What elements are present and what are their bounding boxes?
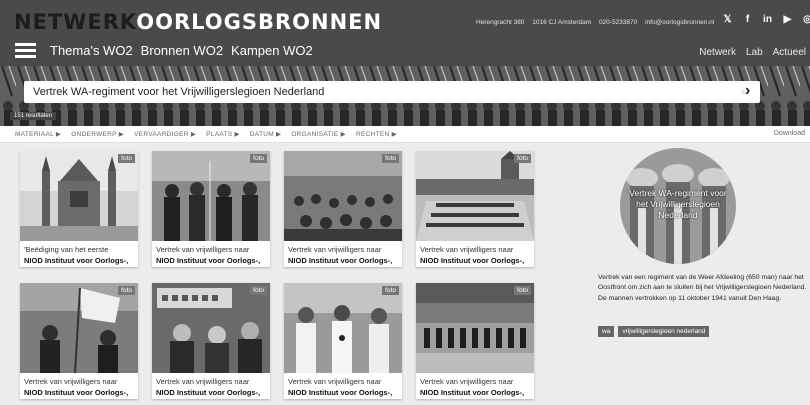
card-title[interactable]: Vertrek van vrijwilligers naar bbox=[420, 377, 513, 386]
filter-datum[interactable]: DATUM ▶ bbox=[250, 130, 282, 138]
card-title[interactable]: Vertrek van vrijwilligers naar bbox=[24, 377, 117, 386]
search-submit-icon[interactable]: › bbox=[745, 82, 750, 100]
filter-plaats[interactable]: PLAATS ▶ bbox=[206, 130, 240, 138]
tag-list: wa vrijwilligerslegioen nederland bbox=[598, 326, 710, 337]
card-source: NIOD Instituut voor Oorlogs-, bbox=[420, 256, 525, 265]
card-title[interactable]: Vertrek van vrijwilligers naar bbox=[288, 245, 381, 254]
filter-vervaardiger[interactable]: VERVAARDIGER ▶ bbox=[134, 130, 196, 138]
youtube-icon[interactable]: ▶ bbox=[782, 14, 793, 25]
card-source: NIOD Instituut voor Oorlogs-, bbox=[288, 388, 393, 397]
social-links: 𝕏 f in ▶ ◎ bbox=[722, 14, 810, 25]
detail-image[interactable]: Vertrek WA-regiment voor het Vrijwillige… bbox=[620, 148, 736, 264]
result-card[interactable]: foto Vertrek van vrijwilligers naar NIOD… bbox=[152, 151, 270, 267]
site-logo[interactable]: NETWERKOORLOGSBRONNEN bbox=[14, 10, 382, 34]
contact-phone[interactable]: 020-5233870 bbox=[599, 19, 637, 26]
card-source: NIOD Instituut voor Oorlogs-, bbox=[24, 256, 129, 265]
card-thumbnail bbox=[416, 151, 534, 241]
instagram-icon[interactable]: ◎ bbox=[802, 14, 810, 25]
detail-description: Vertrek van een regiment van de Weer Afd… bbox=[598, 274, 807, 302]
card-source: NIOD Instituut voor Oorlogs-, bbox=[24, 388, 129, 397]
nav-actueel[interactable]: Actueel bbox=[773, 47, 806, 58]
card-thumbnail bbox=[416, 283, 534, 373]
card-title[interactable]: Vertrek van vrijwilligers naar bbox=[288, 377, 381, 386]
result-card[interactable]: foto Vertrek van vrijwilligers naar NIOD… bbox=[20, 283, 138, 399]
card-thumbnail bbox=[152, 283, 270, 373]
contact-city: 1016 CJ Amsterdam bbox=[532, 19, 592, 26]
result-card[interactable]: foto Vertrek van vrijwilligers naar NIOD… bbox=[416, 283, 534, 399]
card-thumbnail bbox=[20, 283, 138, 373]
card-source: NIOD Instituut voor Oorlogs-, bbox=[288, 256, 393, 265]
detail-caption: Vertrek WA-regiment voor het Vrijwillige… bbox=[629, 188, 727, 220]
nav-themas[interactable]: Thema's WO2 bbox=[50, 43, 133, 58]
site-header: NETWERKOORLOGSBRONNEN Herengracht 380 10… bbox=[0, 0, 810, 66]
main-nav: Thema's WO2 Bronnen WO2 Kampen WO2 bbox=[50, 43, 313, 58]
nav-kampen[interactable]: Kampen WO2 bbox=[231, 43, 313, 58]
download-link[interactable]: Download bbox=[774, 130, 805, 137]
card-type-badge: foto bbox=[118, 286, 135, 295]
card-thumbnail bbox=[284, 151, 402, 241]
card-type-badge: foto bbox=[514, 154, 531, 163]
card-title[interactable]: Vertrek van vrijwilligers naar bbox=[156, 377, 249, 386]
linkedin-icon[interactable]: in bbox=[762, 14, 773, 25]
filter-onderwerp[interactable]: ONDERWERP ▶ bbox=[71, 130, 124, 138]
filter-bar: MATERIAAL ▶ ONDERWERP ▶ VERVAARDIGER ▶ P… bbox=[0, 126, 810, 143]
card-type-badge: foto bbox=[250, 154, 267, 163]
result-card[interactable]: foto Vertrek van vrijwilligers naar NIOD… bbox=[284, 283, 402, 399]
card-thumbnail bbox=[20, 151, 138, 241]
twitter-icon[interactable]: 𝕏 bbox=[722, 14, 733, 25]
tag-wa[interactable]: wa bbox=[598, 326, 615, 337]
filter-materiaal[interactable]: MATERIAAL ▶ bbox=[15, 130, 61, 138]
filter-organisatie[interactable]: ORGANISATIE ▶ bbox=[291, 130, 346, 138]
nav-bronnen[interactable]: Bronnen WO2 bbox=[141, 43, 223, 58]
secondary-nav: Netwerk Lab Actueel bbox=[699, 47, 806, 58]
card-type-badge: foto bbox=[118, 154, 135, 163]
card-type-badge: foto bbox=[250, 286, 267, 295]
card-title[interactable]: Vertrek van vrijwilligers naar bbox=[156, 245, 249, 254]
result-card[interactable]: foto Vertrek van vrijwilligers naar NIOD… bbox=[152, 283, 270, 399]
results-count: 151 resultaten bbox=[10, 112, 57, 120]
nav-netwerk[interactable]: Netwerk bbox=[699, 47, 736, 58]
filter-rechten[interactable]: RECHTEN ▶ bbox=[356, 130, 397, 138]
card-source: NIOD Instituut voor Oorlogs-, bbox=[156, 256, 261, 265]
search-input[interactable] bbox=[24, 81, 704, 103]
contact-address: Herengracht 380 bbox=[476, 19, 525, 26]
result-card[interactable]: foto 'Beëdiging van het eerste NIOD Inst… bbox=[20, 151, 138, 267]
card-thumbnail bbox=[284, 283, 402, 373]
card-type-badge: foto bbox=[382, 286, 399, 295]
tag-vrijwilligerslegioen[interactable]: vrijwilligerslegioen nederland bbox=[618, 326, 710, 337]
card-type-badge: foto bbox=[514, 286, 531, 295]
card-title[interactable]: 'Beëdiging van het eerste bbox=[24, 245, 108, 254]
contact-info: Herengracht 380 1016 CJ Amsterdam 020-52… bbox=[476, 19, 720, 26]
card-title[interactable]: Vertrek van vrijwilligers naar bbox=[420, 245, 513, 254]
card-type-badge: foto bbox=[382, 154, 399, 163]
card-source: NIOD Instituut voor Oorlogs-, bbox=[156, 388, 261, 397]
result-card[interactable]: foto Vertrek van vrijwilligers naar NIOD… bbox=[284, 151, 402, 267]
hamburger-menu-icon[interactable] bbox=[15, 43, 36, 58]
card-thumbnail bbox=[152, 151, 270, 241]
search-bar: ☼ › bbox=[24, 81, 760, 103]
result-card[interactable]: foto Vertrek van vrijwilligers naar NIOD… bbox=[416, 151, 534, 267]
card-source: NIOD Instituut voor Oorlogs-, bbox=[420, 388, 525, 397]
contact-email[interactable]: info@oorlogsbronnen.nl bbox=[645, 19, 714, 26]
nav-lab[interactable]: Lab bbox=[746, 47, 763, 58]
facebook-icon[interactable]: f bbox=[742, 14, 753, 25]
